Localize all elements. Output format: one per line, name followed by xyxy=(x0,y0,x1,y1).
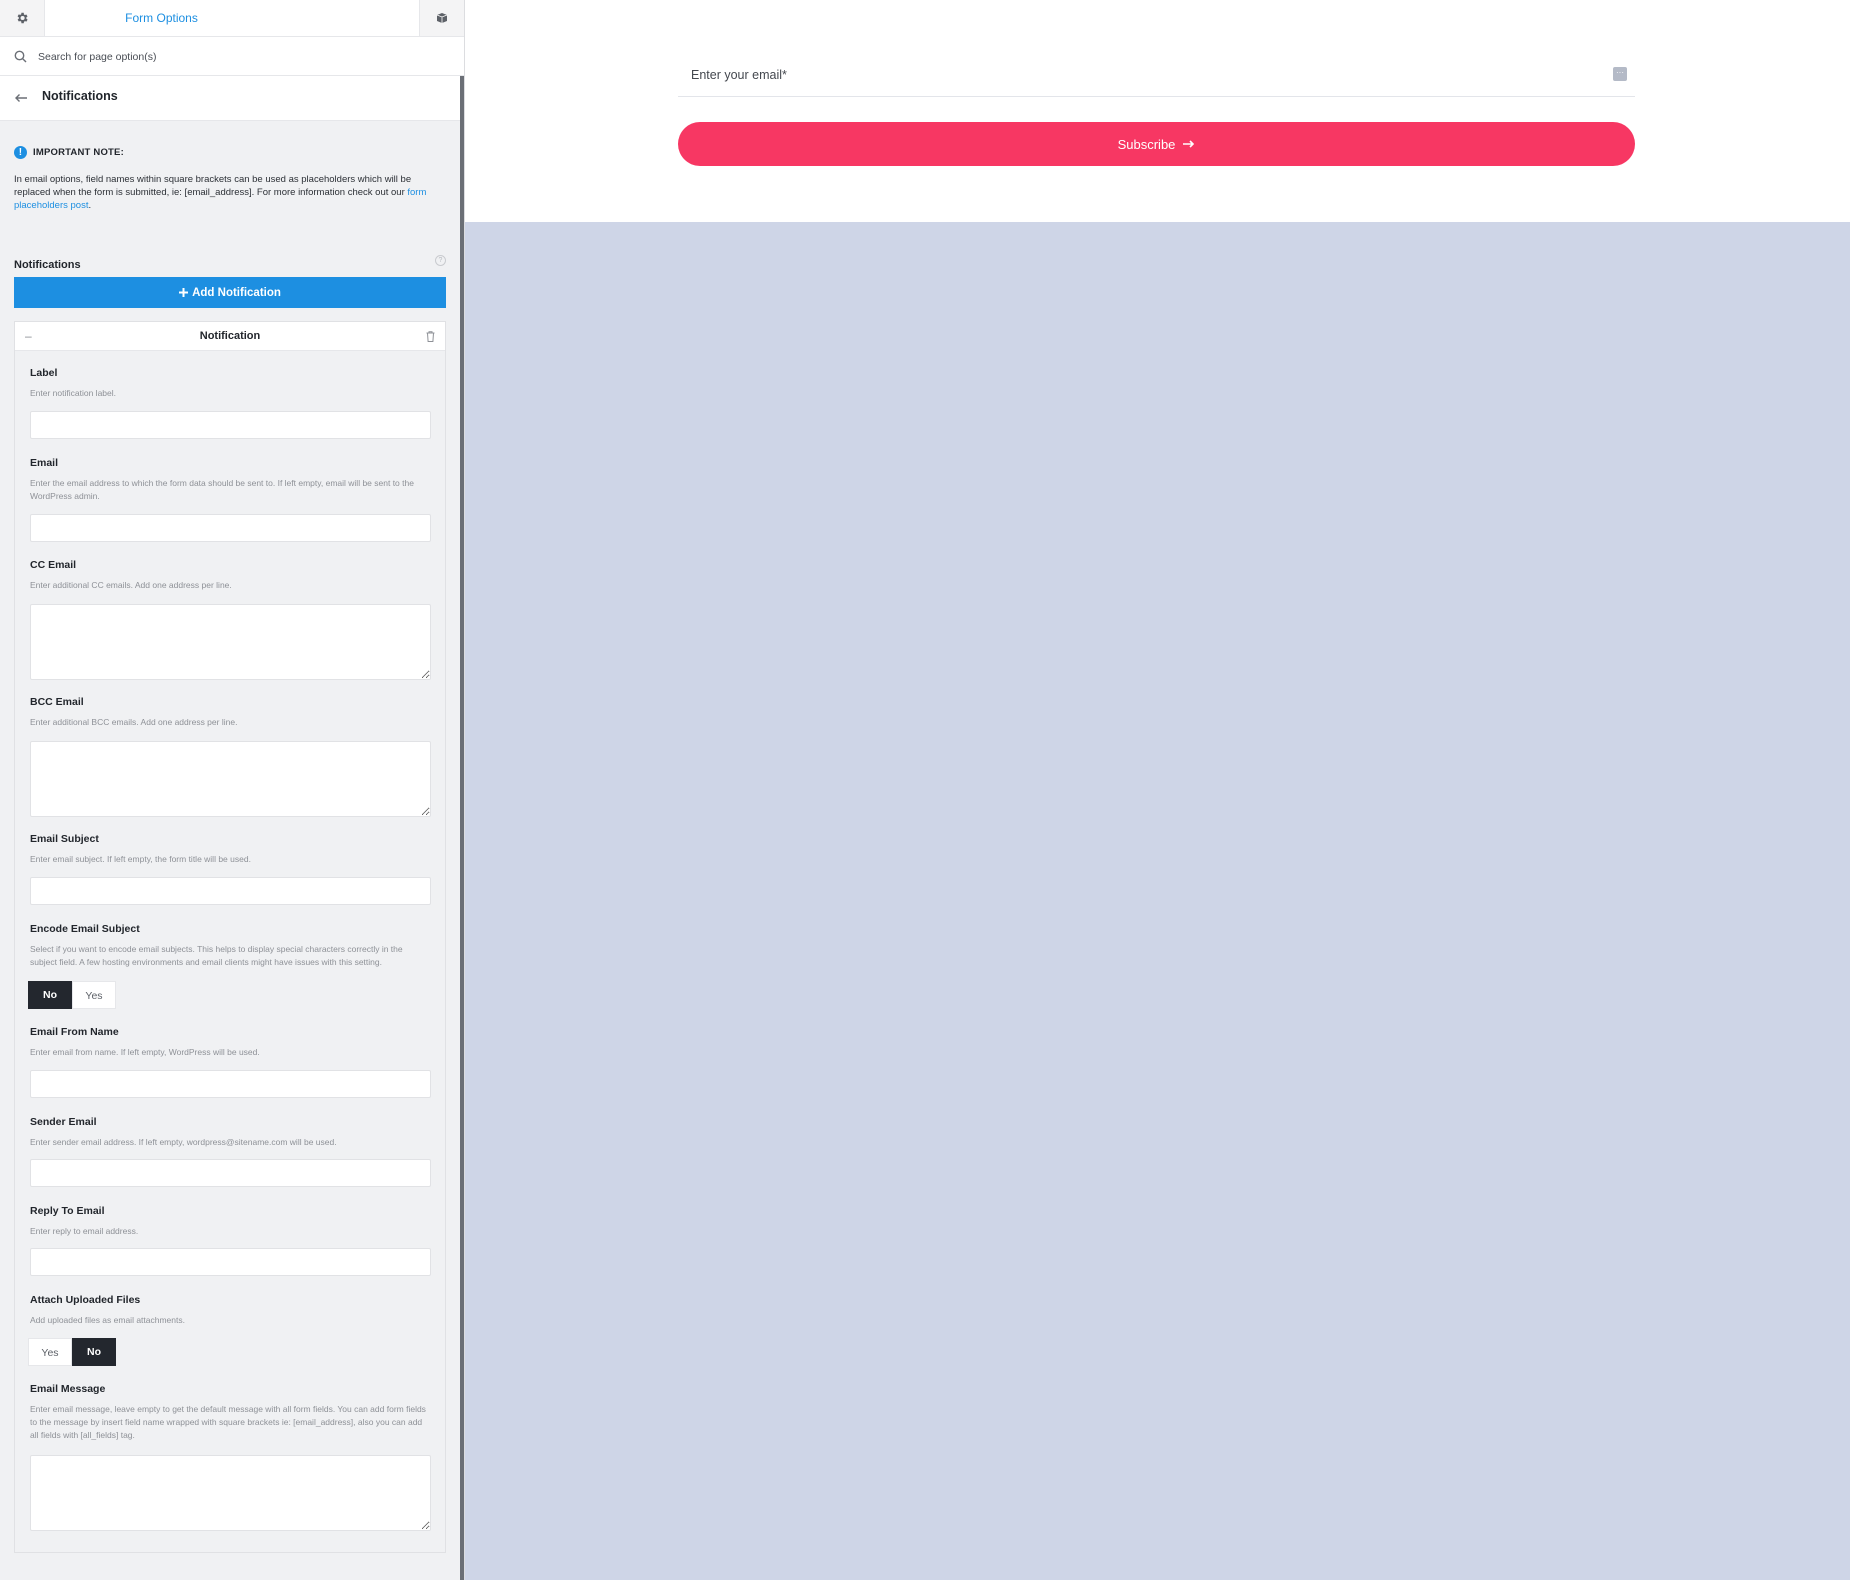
add-notification-button[interactable]: Add Notification xyxy=(14,277,446,308)
field-description: Enter notification label. xyxy=(30,388,116,398)
field-description: Add uploaded files as email attachments. xyxy=(30,1315,185,1325)
field-title: CC Email xyxy=(30,559,77,571)
sender-email-input[interactable] xyxy=(30,1159,431,1187)
attach-files-toggle: Yes No xyxy=(28,1338,116,1366)
field-description: Enter additional CC emails. Add one addr… xyxy=(30,580,232,590)
search-input[interactable] xyxy=(36,45,440,69)
field-title: BCC Email xyxy=(30,696,84,708)
panel-scrollbar[interactable] xyxy=(460,76,464,1580)
panel-topbar: Form Options xyxy=(0,0,464,37)
autofill-icon[interactable]: ··· xyxy=(1613,67,1627,81)
email-message-field: Email Message Enter email message, leave… xyxy=(30,1383,431,1442)
subscribe-button[interactable]: Subscribe xyxy=(678,122,1635,166)
email-subject-field: Email Subject Enter email subject. If le… xyxy=(30,833,431,866)
field-description: Select if you want to encode email subje… xyxy=(30,944,403,967)
search-bar xyxy=(0,37,464,76)
notification-card-header: – Notification xyxy=(15,322,445,351)
field-description: Enter email subject. If left empty, the … xyxy=(30,854,251,864)
back-arrow-icon[interactable] xyxy=(14,93,28,103)
form-options-panel: Form Options Notifications ! IMPORTANT N… xyxy=(0,0,465,1580)
field-description: Enter email from name. If left empty, Wo… xyxy=(30,1047,260,1057)
important-note: ! IMPORTANT NOTE: In email options, fiel… xyxy=(14,146,446,212)
encode-yes-option[interactable]: Yes xyxy=(72,981,116,1009)
note-heading: IMPORTANT NOTE: xyxy=(33,147,124,158)
attach-no-option[interactable]: No xyxy=(72,1338,116,1366)
trash-icon[interactable] xyxy=(426,331,435,342)
subscribe-email-input[interactable]: Enter your email* ··· xyxy=(678,57,1635,97)
field-description: Enter additional BCC emails. Add one add… xyxy=(30,717,238,727)
attach-yes-option[interactable]: Yes xyxy=(28,1338,72,1366)
package-icon[interactable] xyxy=(419,0,464,36)
field-description: Enter sender email address. If left empt… xyxy=(30,1137,337,1147)
encode-subject-toggle: No Yes xyxy=(28,981,116,1009)
reply-to-email-field: Reply To Email Enter reply to email addr… xyxy=(30,1205,431,1238)
field-title: Email From Name xyxy=(30,1026,119,1038)
page-title: Notifications xyxy=(42,89,118,103)
plus-icon xyxy=(179,288,189,297)
field-title: Attach Uploaded Files xyxy=(30,1294,141,1306)
email-from-name-field: Email From Name Enter email from name. I… xyxy=(30,1026,431,1059)
notification-card-title: Notification xyxy=(199,330,261,342)
field-description: Enter the email address to which the for… xyxy=(30,478,414,501)
note-text: In email options, field names within squ… xyxy=(14,174,412,198)
breadcrumb: Notifications xyxy=(0,76,460,121)
tab-form-options[interactable]: Form Options xyxy=(44,0,279,36)
arrow-right-icon xyxy=(1183,140,1195,148)
reply-to-email-input[interactable] xyxy=(30,1248,431,1276)
notification-card: – Notification Label Enter notification … xyxy=(14,321,446,1553)
subscribe-label: Subscribe xyxy=(1117,136,1176,152)
field-title: Encode Email Subject xyxy=(30,923,140,935)
note-body: In email options, field names within squ… xyxy=(14,173,446,212)
subscribe-form-section: Enter your email* ··· Subscribe xyxy=(465,0,1850,222)
field-title: Email Message xyxy=(30,1383,106,1395)
email-subject-input[interactable] xyxy=(30,877,431,905)
search-icon xyxy=(14,50,27,63)
field-description: Enter email message, leave empty to get … xyxy=(30,1404,426,1440)
field-title: Label xyxy=(30,367,58,379)
gear-icon[interactable] xyxy=(0,0,45,36)
add-notification-label: Add Notification xyxy=(192,286,281,299)
field-title: Email Subject xyxy=(30,833,99,845)
notifications-header: Notifications ? xyxy=(14,255,446,271)
email-message-textarea[interactable] xyxy=(30,1455,431,1531)
note-text-end: . xyxy=(88,200,92,211)
email-placeholder: Enter your email* xyxy=(691,68,787,82)
field-title: Sender Email xyxy=(30,1116,97,1128)
email-field: Email Enter the email address to which t… xyxy=(30,457,431,503)
info-icon: ! xyxy=(14,146,27,159)
encode-no-option[interactable]: No xyxy=(28,981,72,1009)
label-field: Label Enter notification label. xyxy=(30,367,431,400)
field-title: Email xyxy=(30,457,59,469)
cc-email-textarea[interactable] xyxy=(30,604,431,680)
sender-email-field: Sender Email Enter sender email address.… xyxy=(30,1116,431,1149)
field-description: Enter reply to email address. xyxy=(30,1226,139,1236)
bcc-email-textarea[interactable] xyxy=(30,741,431,817)
page-preview: Enter your email* ··· Subscribe xyxy=(465,0,1850,1580)
notifications-title: Notifications xyxy=(14,259,81,271)
field-title: Reply To Email xyxy=(30,1205,105,1217)
help-icon[interactable]: ? xyxy=(435,255,446,266)
encode-subject-field: Encode Email Subject Select if you want … xyxy=(30,923,431,969)
bcc-email-field: BCC Email Enter additional BCC emails. A… xyxy=(30,696,431,729)
email-from-name-input[interactable] xyxy=(30,1070,431,1098)
email-input[interactable] xyxy=(30,514,431,542)
label-input[interactable] xyxy=(30,411,431,439)
cc-email-field: CC Email Enter additional CC emails. Add… xyxy=(30,559,431,592)
attach-files-field: Attach Uploaded Files Add uploaded files… xyxy=(30,1294,431,1327)
